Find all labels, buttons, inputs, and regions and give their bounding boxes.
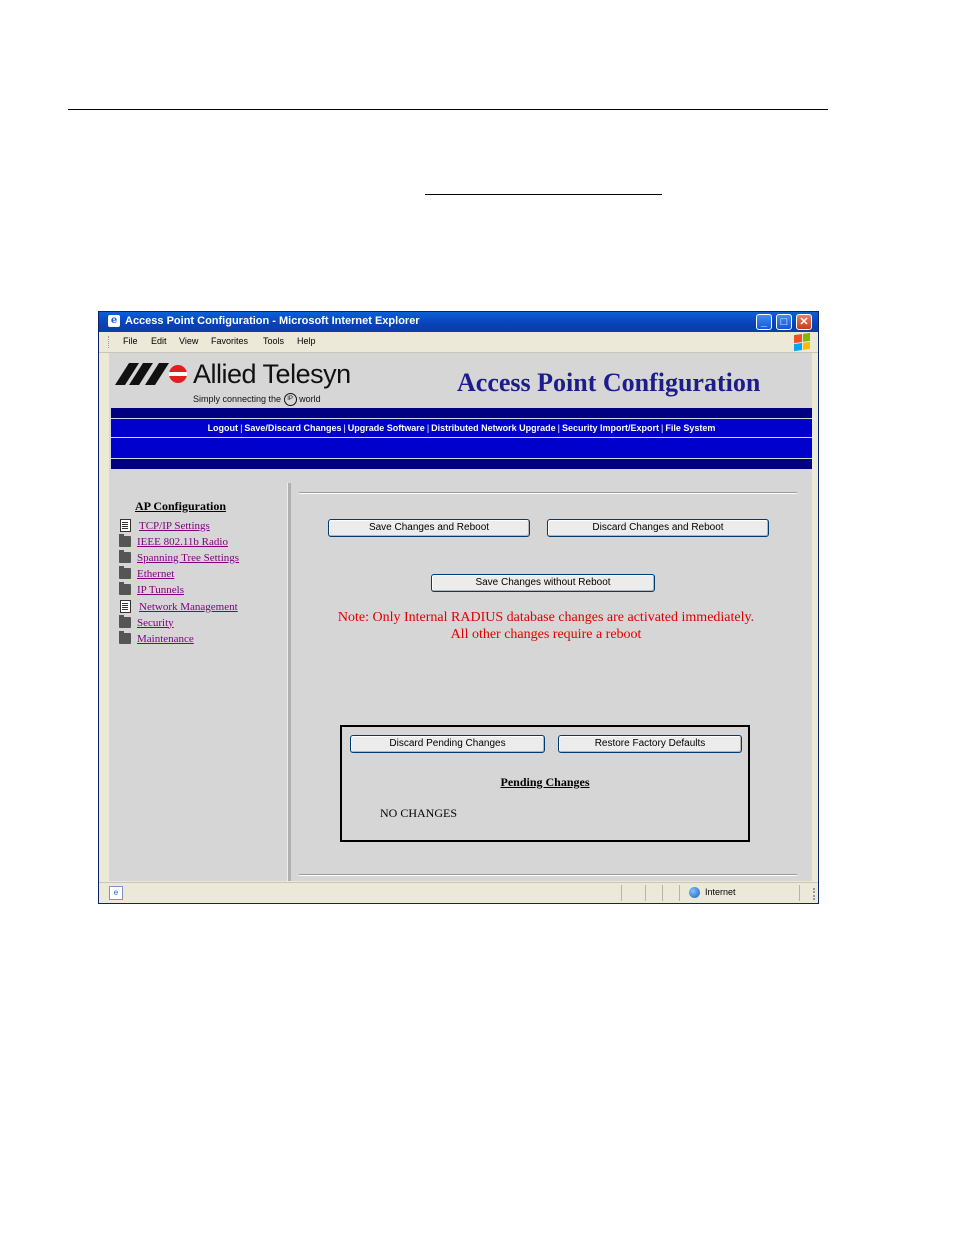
note-line-1: Note: Only Internal RADIUS database chan… (337, 610, 755, 625)
header-band-top (111, 408, 812, 418)
sidebar-heading: AP Configuration (135, 499, 227, 513)
header-band-bottom (111, 459, 812, 469)
tagline-end: world (299, 393, 321, 404)
page-title: Access Point Configuration (457, 368, 761, 397)
folder-icon (119, 550, 131, 563)
browser-window: e Access Point Configuration - Microsoft… (98, 311, 819, 904)
discard-changes-and-reboot-button[interactable]: Discard Changes and Reboot (547, 519, 769, 537)
minimize-button[interactable]: _ (756, 314, 772, 330)
status-cell (621, 885, 622, 901)
folder-icon (119, 631, 131, 644)
page-status-icon: e (109, 886, 123, 900)
sidebar-item-label[interactable]: Ethernet (137, 568, 174, 580)
brand-name: Allied Telesyn (193, 359, 351, 389)
folder-icon (119, 534, 131, 547)
pending-changes-panel: Discard Pending Changes Restore Factory … (340, 725, 750, 842)
maximize-button[interactable]: □ (776, 314, 792, 330)
pending-changes-value: NO CHANGES (380, 806, 458, 820)
sidebar-item-maintenance[interactable]: Maintenance (119, 631, 194, 646)
sidebar-item-ieee-radio[interactable]: IEEE 802.11b Radio (119, 534, 228, 549)
sidebar-item-label[interactable]: Spanning Tree Settings (137, 552, 239, 564)
close-icon: ✕ (799, 316, 809, 328)
nav-logout[interactable]: Logout (206, 423, 241, 433)
windows-logo-icon (794, 332, 810, 352)
document-rule-caption (425, 194, 662, 195)
nav-distributed-network-upgrade[interactable]: Distributed Network Upgrade (429, 423, 558, 433)
internet-globe-icon (689, 887, 700, 898)
document-icon (120, 519, 131, 532)
security-zone-label: Internet (705, 887, 736, 897)
folder-icon (119, 615, 131, 628)
status-cell (799, 885, 800, 901)
folder-icon (119, 566, 131, 579)
toolbar-grip[interactable] (108, 336, 111, 348)
sidebar-item-label[interactable]: Maintenance (137, 633, 194, 645)
sidebar-item-network-management[interactable]: Network Management (119, 599, 238, 614)
window-title: Access Point Configuration - Microsoft I… (125, 315, 420, 327)
discard-pending-changes-button[interactable]: Discard Pending Changes (350, 735, 545, 753)
sidebar-item-tcp-ip-settings[interactable]: TCP/IP Settings (119, 518, 210, 533)
status-cell (645, 885, 646, 901)
header-band-middle (111, 438, 812, 458)
sidebar-item-ethernet[interactable]: Ethernet (119, 566, 174, 581)
tagline-start: Simply connecting the (193, 393, 282, 404)
maximize-icon: □ (780, 316, 788, 328)
bottom-divider (299, 874, 797, 876)
nav-upgrade-software[interactable]: Upgrade Software (346, 423, 427, 433)
allied-telesyn-mark-icon (115, 363, 187, 385)
menu-tools[interactable]: Tools (263, 336, 284, 346)
title-bar[interactable]: e Access Point Configuration - Microsoft… (99, 312, 818, 332)
folder-icon (119, 582, 131, 595)
nav-save-discard-changes[interactable]: Save/Discard Changes (242, 423, 343, 433)
sidebar-item-ip-tunnels[interactable]: IP Tunnels (119, 582, 184, 597)
menu-file[interactable]: File (123, 336, 138, 346)
nav-security-import-export[interactable]: Security Import/Export (560, 423, 661, 433)
top-navigation: Logout | Save/Discard Changes | Upgrade Soft… (111, 419, 812, 437)
document-rule-top (68, 109, 828, 110)
note-line-2: All other changes require a reboot (450, 627, 642, 642)
save-changes-and-reboot-button[interactable]: Save Changes and Reboot (328, 519, 530, 537)
resize-grip-icon[interactable] (803, 888, 815, 900)
restore-factory-defaults-button[interactable]: Restore Factory Defaults (558, 735, 742, 753)
sidebar-item-label[interactable]: IEEE 802.11b Radio (137, 536, 228, 548)
status-cell (662, 885, 663, 901)
sidebar-item-label[interactable]: Security (137, 617, 174, 629)
menu-help[interactable]: Help (297, 336, 316, 346)
menu-favorites[interactable]: Favorites (211, 336, 248, 346)
top-divider (299, 492, 797, 494)
menu-view[interactable]: View (179, 336, 198, 346)
reboot-note: Note: Only Internal RADIUS database chan… (331, 609, 761, 643)
document-icon (120, 600, 131, 613)
sidebar-item-spanning-tree[interactable]: Spanning Tree Settings (119, 550, 239, 565)
sidebar-item-label[interactable]: Network Management (139, 601, 238, 613)
save-changes-without-reboot-button[interactable]: Save Changes without Reboot (431, 574, 655, 592)
main-frame: Save Changes and Reboot Discard Changes … (291, 483, 812, 881)
menu-edit[interactable]: Edit (151, 336, 167, 346)
nav-file-system[interactable]: File System (663, 423, 717, 433)
status-bar: e Internet (99, 882, 818, 903)
sidebar-tree: AP Configuration TCP/IP Settings IEEE 80… (109, 483, 287, 881)
allied-telesyn-logo: Allied Telesyn Simply connecting the IP … (115, 359, 365, 407)
menu-bar: File Edit View Favorites Tools Help (99, 332, 818, 353)
page-content: Allied Telesyn Simply connecting the IP … (109, 353, 812, 881)
brand-tagline: Simply connecting the IP world (193, 393, 321, 406)
ip-icon: IP (283, 393, 297, 406)
ie-icon: e (108, 315, 120, 327)
minimize-icon: _ (760, 316, 768, 328)
pending-changes-title: Pending Changes (500, 775, 590, 789)
status-cell (679, 885, 680, 901)
sidebar-item-security[interactable]: Security (119, 615, 174, 630)
sidebar-item-label[interactable]: IP Tunnels (137, 584, 184, 596)
close-button[interactable]: ✕ (796, 314, 812, 330)
sidebar-item-label[interactable]: TCP/IP Settings (139, 520, 210, 532)
